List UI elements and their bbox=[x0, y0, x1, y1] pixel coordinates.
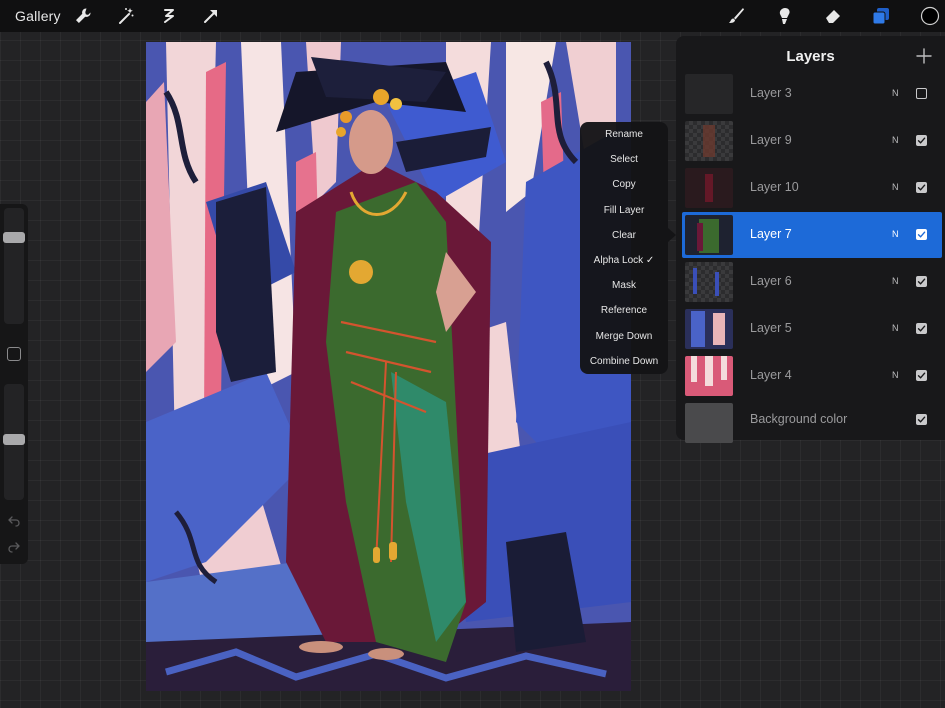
brush-size-thumb[interactable] bbox=[3, 232, 25, 244]
layer-name: Layer 6 bbox=[750, 274, 792, 288]
layer-visibility-checkbox[interactable] bbox=[916, 88, 927, 99]
layer-name: Layer 9 bbox=[750, 133, 792, 147]
wrench-icon[interactable] bbox=[71, 4, 95, 28]
layer-options-menu: Rename Select Copy Fill Layer Clear Alpha Loc… bbox=[580, 122, 668, 374]
layer-blend-mode[interactable]: N bbox=[892, 323, 899, 333]
layer-blend-mode[interactable]: N bbox=[892, 370, 899, 380]
smudge-icon[interactable] bbox=[772, 4, 796, 28]
layer-blend-mode[interactable]: N bbox=[892, 135, 899, 145]
gallery-button[interactable]: Gallery bbox=[15, 8, 61, 24]
layer-blend-mode[interactable]: N bbox=[892, 276, 899, 286]
layer-visibility-checkbox[interactable] bbox=[916, 182, 927, 193]
layer-name: Layer 5 bbox=[750, 321, 792, 335]
layer-blend-mode[interactable]: N bbox=[892, 182, 899, 192]
layer-name: Layer 7 bbox=[750, 227, 792, 241]
layer-thumbnail[interactable] bbox=[685, 309, 733, 349]
layer-row-layer-7[interactable]: Layer 7 N bbox=[682, 212, 942, 258]
layer-thumbnail[interactable] bbox=[685, 121, 733, 161]
layer-row-layer-3[interactable]: Layer 3 N bbox=[682, 71, 942, 117]
layer-row-layer-9[interactable]: Layer 9 N bbox=[682, 118, 942, 164]
layers-title: Layers bbox=[786, 48, 835, 65]
drawing-canvas[interactable] bbox=[146, 42, 631, 691]
left-sidebar bbox=[0, 204, 28, 564]
layer-visibility-checkbox[interactable] bbox=[916, 414, 927, 425]
opacity-thumb[interactable] bbox=[3, 434, 25, 446]
menu-item-reference[interactable]: Reference bbox=[580, 298, 668, 323]
layer-name: Layer 10 bbox=[750, 180, 799, 194]
top-toolbar: Gallery bbox=[0, 0, 945, 32]
layer-row-layer-4[interactable]: Layer 4 N bbox=[682, 353, 942, 399]
eraser-icon[interactable] bbox=[821, 4, 845, 28]
magic-wand-icon[interactable] bbox=[114, 4, 138, 28]
layer-visibility-checkbox[interactable] bbox=[916, 135, 927, 146]
menu-item-alpha-lock[interactable]: Alpha Lock ✓ bbox=[580, 248, 668, 273]
layers-panel: Layers Layer 3 N Layer 9 N Layer 10 N Layer 7 N… bbox=[676, 36, 945, 443]
add-layer-plus-icon[interactable] bbox=[915, 47, 933, 65]
layer-visibility-checkbox[interactable] bbox=[916, 229, 927, 240]
layer-thumbnail[interactable] bbox=[685, 403, 733, 443]
layer-row-layer-10[interactable]: Layer 10 N bbox=[682, 165, 942, 211]
layer-blend-mode[interactable]: N bbox=[892, 229, 899, 239]
redo-icon[interactable] bbox=[7, 540, 21, 554]
menu-item-rename[interactable]: Rename bbox=[580, 122, 668, 147]
layer-thumbnail[interactable] bbox=[685, 74, 733, 114]
layer-row-layer-5[interactable]: Layer 5 N bbox=[682, 306, 942, 352]
menu-item-clear[interactable]: Clear bbox=[580, 223, 668, 248]
menu-item-copy[interactable]: Copy bbox=[580, 172, 668, 197]
layer-visibility-checkbox[interactable] bbox=[916, 323, 927, 334]
artwork-illustration bbox=[146, 42, 631, 691]
layer-thumbnail[interactable] bbox=[685, 356, 733, 396]
menu-item-fill-layer[interactable]: Fill Layer bbox=[580, 198, 668, 223]
menu-item-mask[interactable]: Mask bbox=[580, 273, 668, 298]
menu-item-merge-down[interactable]: Merge Down bbox=[580, 324, 668, 349]
selection-icon[interactable] bbox=[157, 4, 181, 28]
brush-icon[interactable] bbox=[724, 4, 748, 28]
undo-icon[interactable] bbox=[7, 514, 21, 528]
layers-icon[interactable] bbox=[869, 4, 893, 28]
layer-name: Layer 3 bbox=[750, 86, 792, 100]
brush-size-slider[interactable] bbox=[3, 208, 25, 324]
layer-row-layer-6[interactable]: Layer 6 N bbox=[682, 259, 942, 305]
modify-button[interactable] bbox=[7, 347, 21, 361]
layer-blend-mode[interactable]: N bbox=[892, 88, 899, 98]
menu-pointer-arrow bbox=[668, 228, 676, 242]
opacity-slider[interactable] bbox=[3, 384, 25, 500]
layer-thumbnail[interactable] bbox=[685, 168, 733, 208]
color-circle-icon[interactable] bbox=[918, 4, 942, 28]
menu-item-combine-down[interactable]: Combine Down bbox=[580, 349, 668, 374]
layer-name: Background color bbox=[750, 412, 848, 426]
menu-item-select[interactable]: Select bbox=[580, 147, 668, 172]
layer-visibility-checkbox[interactable] bbox=[916, 276, 927, 287]
layer-thumbnail[interactable] bbox=[685, 215, 733, 255]
layer-visibility-checkbox[interactable] bbox=[916, 370, 927, 381]
layer-thumbnail[interactable] bbox=[685, 262, 733, 302]
transform-arrow-icon[interactable] bbox=[199, 4, 223, 28]
layer-name: Layer 4 bbox=[750, 368, 792, 382]
layer-row-background-color[interactable]: Background color bbox=[682, 400, 942, 446]
